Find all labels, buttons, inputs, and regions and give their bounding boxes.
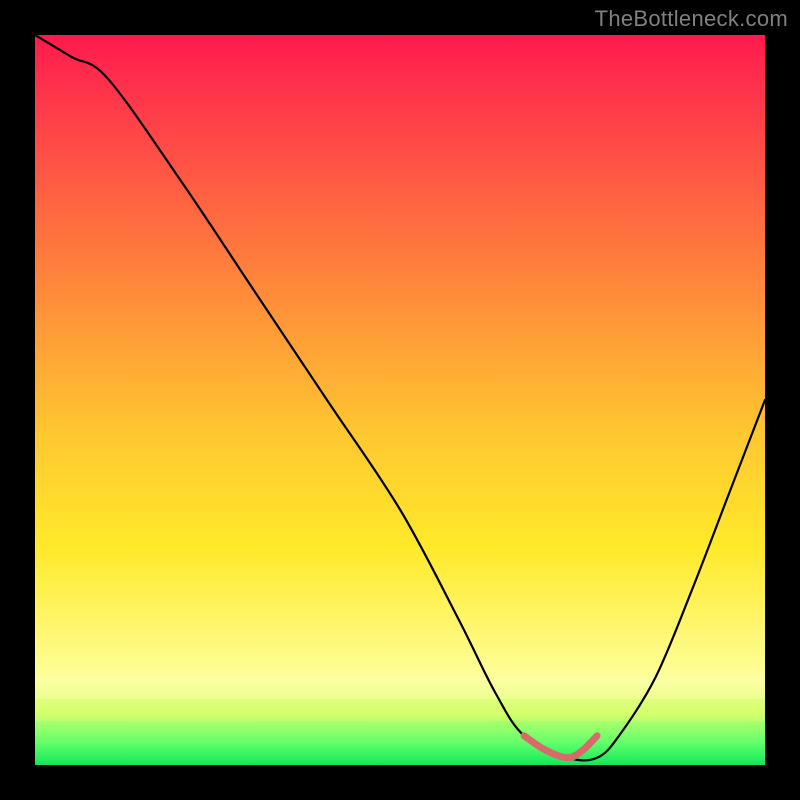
curve-layer	[35, 35, 765, 765]
optimal-range-marker-path	[524, 736, 597, 758]
chart-frame: TheBottleneck.com	[0, 0, 800, 800]
watermark-text: TheBottleneck.com	[595, 6, 788, 32]
bottleneck-curve-path	[35, 35, 765, 760]
